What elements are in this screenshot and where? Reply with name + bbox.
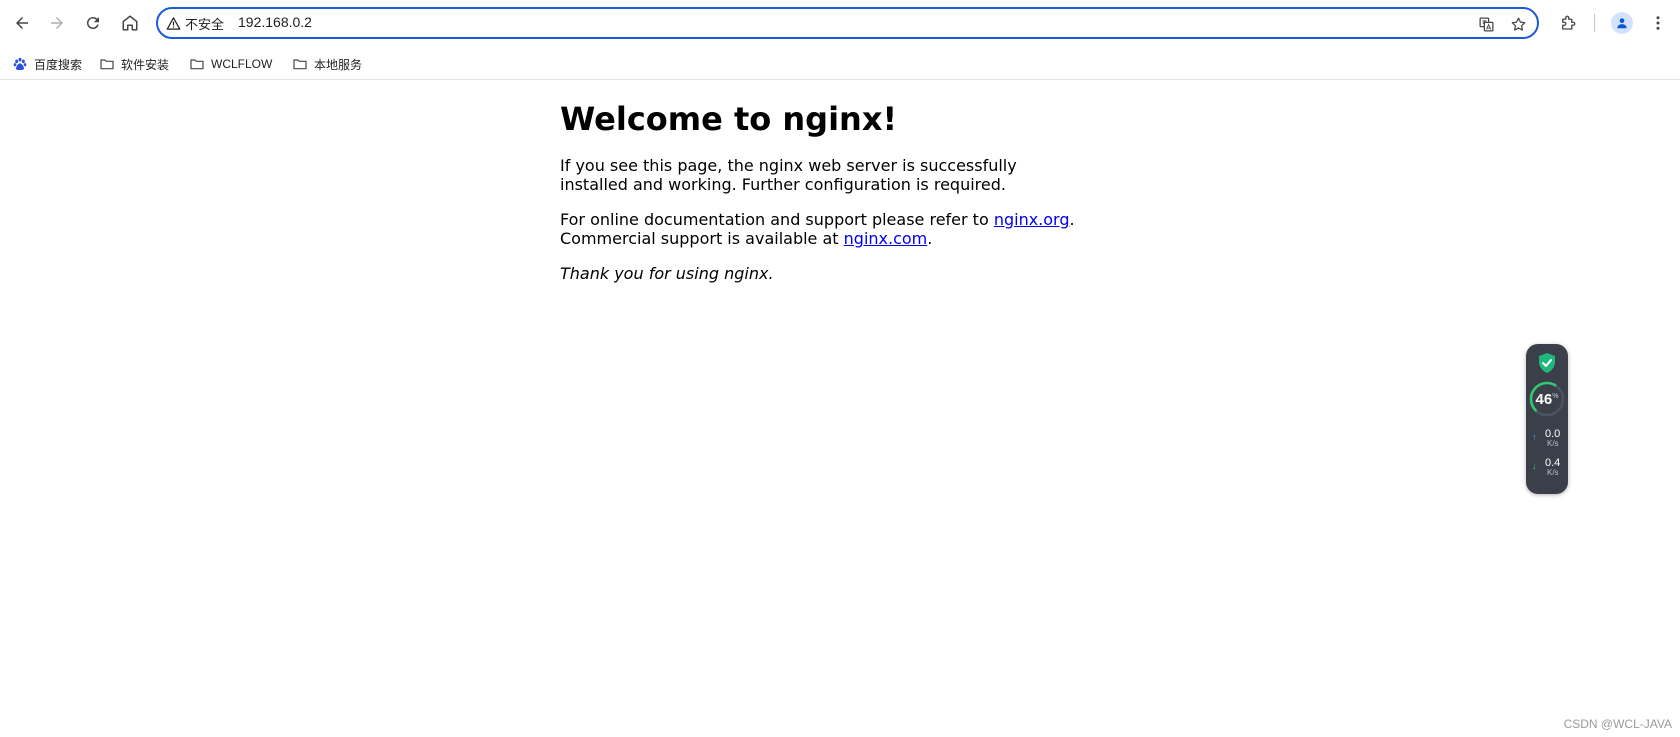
thanks-paragraph: Thank you for using nginx. <box>560 264 1080 283</box>
bookmark-folder-wclflow[interactable]: WCLFLOW <box>185 52 276 76</box>
home-button[interactable] <box>115 8 145 38</box>
bookmark-label: 本地服务 <box>314 57 363 72</box>
bookmark-label: 百度搜索 <box>34 57 83 72</box>
bookmark-baidu[interactable]: 百度搜索 <box>8 52 86 76</box>
more-vertical-icon <box>1656 16 1660 30</box>
back-button[interactable] <box>7 8 37 38</box>
system-monitor-widget[interactable]: 46% ↑ 0.0 K/s ↓ 0.4 K/s <box>1526 344 1568 494</box>
reload-button[interactable] <box>78 8 108 38</box>
docs-text-prefix: For online documentation and support ple… <box>560 210 994 229</box>
thanks-text: Thank you for using nginx. <box>560 264 774 283</box>
usage-value: 46 <box>1535 391 1553 408</box>
bookmark-label: WCLFLOW <box>211 57 273 71</box>
nginx-com-link[interactable]: nginx.com <box>844 229 928 248</box>
usage-unit: % <box>1552 393 1559 400</box>
bookmark-folder-software[interactable]: 软件安装 <box>95 52 173 76</box>
upload-speed: ↑ 0.0 K/s <box>1532 428 1566 450</box>
folder-icon <box>190 59 204 70</box>
bookmark-star-button[interactable] <box>1508 14 1528 34</box>
bookmark-folder-local[interactable]: 本地服务 <box>288 52 366 76</box>
baidu-paw-icon <box>13 57 27 70</box>
translate-icon <box>1478 16 1494 32</box>
browser-toolbar: 不安全 192.168.0.2 <box>0 0 1680 48</box>
upload-arrow-icon: ↑ <box>1532 432 1537 442</box>
address-bar[interactable]: 不安全 192.168.0.2 <box>156 7 1539 39</box>
page-title: Welcome to nginx! <box>560 100 898 138</box>
menu-button[interactable] <box>1645 10 1671 36</box>
download-speed: ↓ 0.4 K/s <box>1532 457 1566 479</box>
docs-paragraph: For online documentation and support ple… <box>560 210 1080 248</box>
home-icon <box>122 15 138 31</box>
warning-triangle-icon <box>166 16 181 30</box>
bookmarks-bar: 百度搜索 软件安装 WCLFLOW 本地服务 <box>0 48 1680 80</box>
arrow-left-icon <box>16 17 28 29</box>
download-unit: K/s <box>1547 468 1559 477</box>
nginx-org-link[interactable]: nginx.org <box>994 210 1070 229</box>
watermark: CSDN @WCL-JAVA <box>1563 717 1672 731</box>
upload-unit: K/s <box>1547 439 1559 448</box>
person-icon <box>1617 18 1627 29</box>
intro-paragraph: If you see this page, the nginx web serv… <box>560 156 1017 194</box>
toolbar-divider <box>1594 14 1595 32</box>
usage-percent: 46% <box>1526 391 1568 408</box>
page-content: Welcome to nginx! If you see this page, … <box>560 100 1080 299</box>
download-arrow-icon: ↓ <box>1532 461 1537 471</box>
url-text[interactable]: 192.168.0.2 <box>238 14 312 30</box>
folder-icon <box>100 59 114 70</box>
folder-icon <box>293 59 307 70</box>
security-label: 不安全 <box>185 16 225 32</box>
bookmark-label: 软件安装 <box>121 57 170 72</box>
arrow-right-icon <box>51 17 63 29</box>
profile-button[interactable] <box>1609 10 1635 36</box>
avatar <box>1611 12 1633 34</box>
star-icon <box>1511 16 1525 31</box>
puzzle-piece-icon <box>1562 15 1576 30</box>
translate-button[interactable] <box>1476 14 1496 34</box>
reload-icon <box>86 17 99 30</box>
docs-text-suffix: . <box>927 229 933 248</box>
extensions-button[interactable] <box>1555 10 1581 36</box>
shield-check-icon <box>1539 353 1555 373</box>
security-indicator[interactable]: 不安全 <box>166 13 224 33</box>
forward-button[interactable] <box>42 8 72 38</box>
